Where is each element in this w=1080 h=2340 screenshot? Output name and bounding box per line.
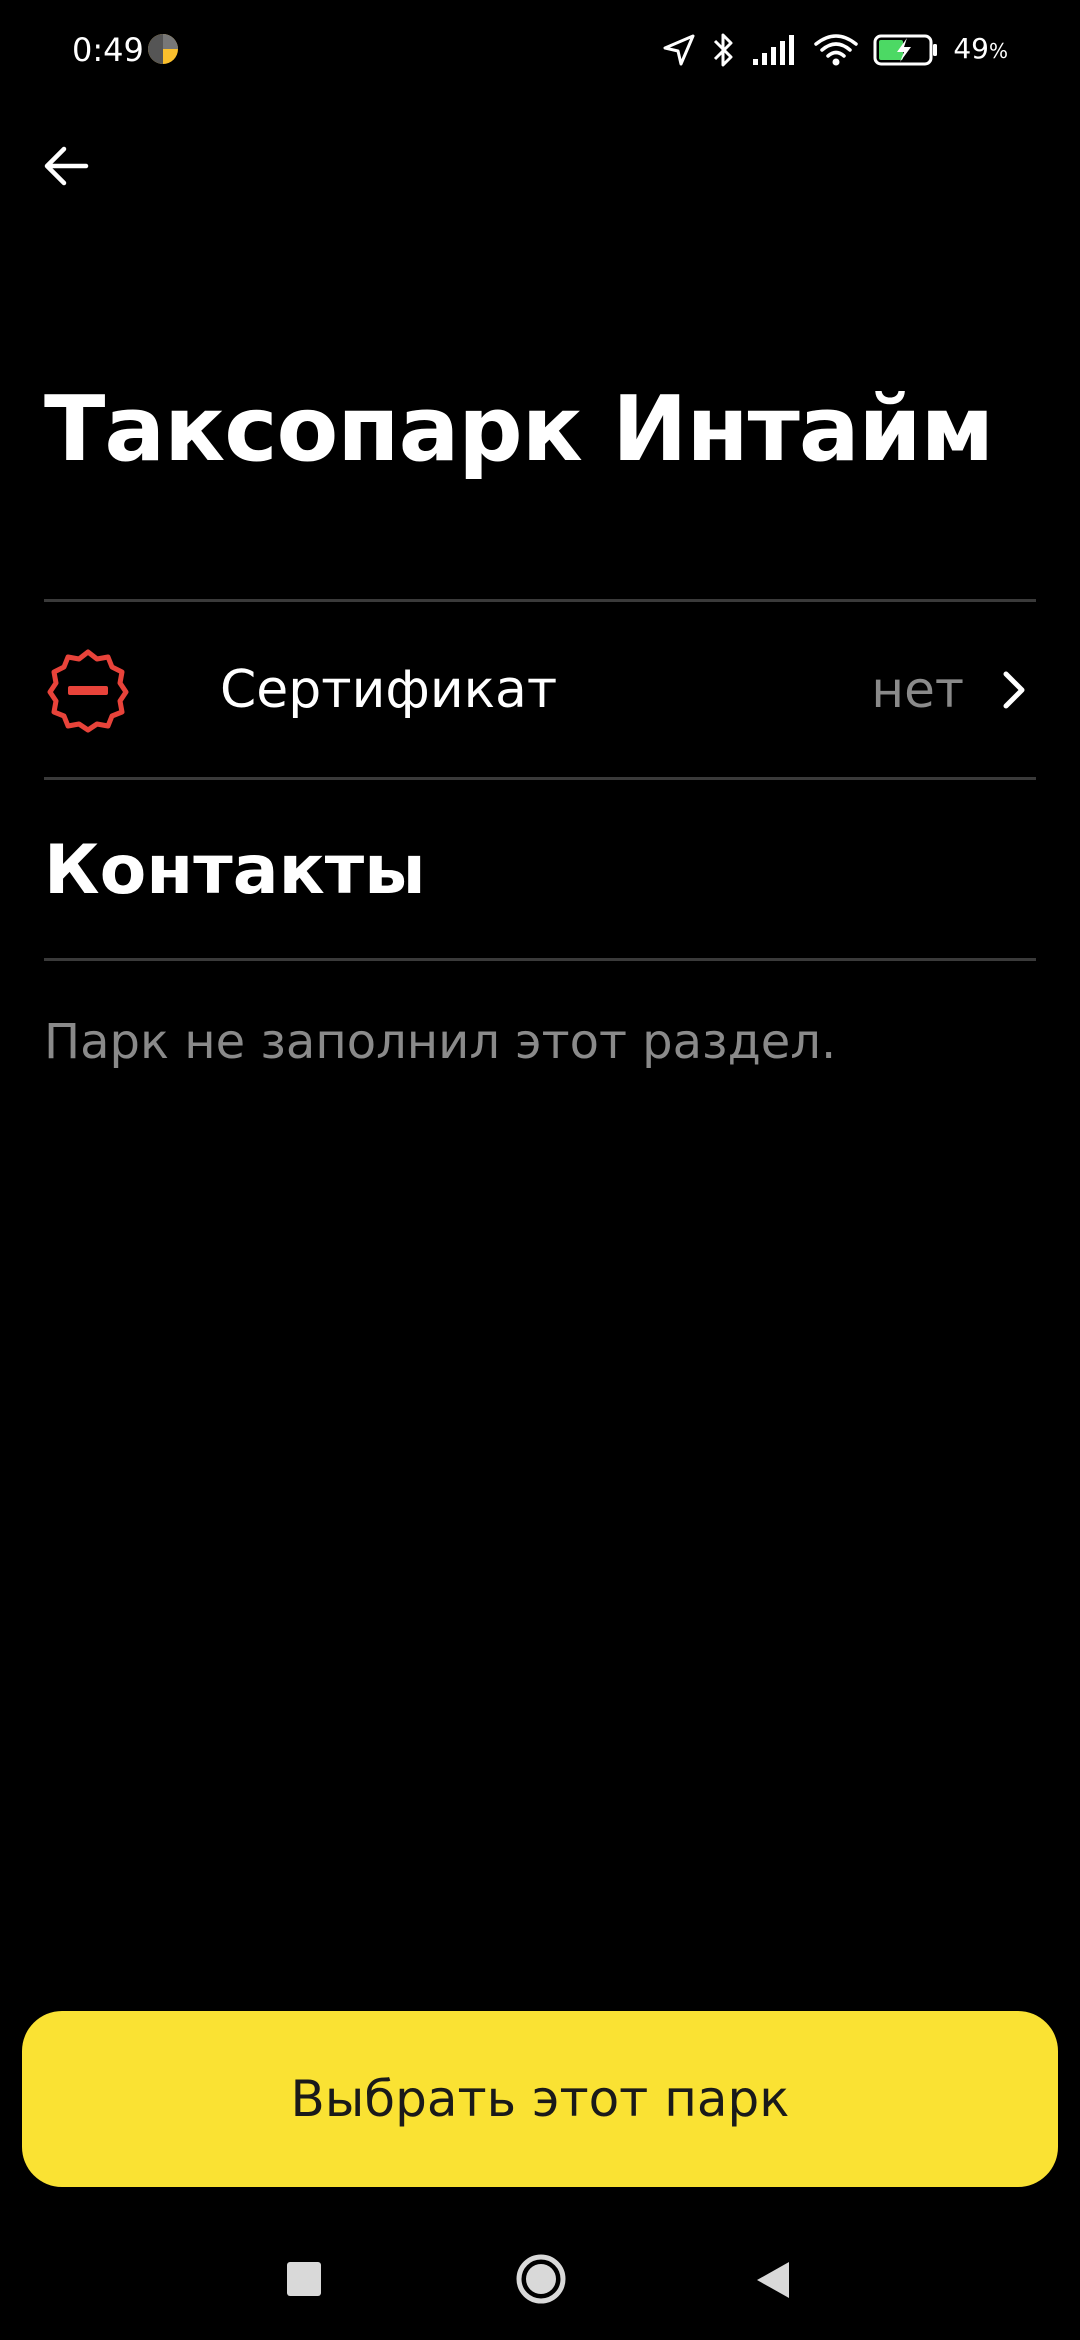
page-title: Таксопарк Интайм [44,377,994,482]
battery-charging-icon [873,34,938,66]
signal-icon [753,35,795,65]
back-button[interactable] [30,130,102,202]
certificate-value: нет [871,661,964,719]
contacts-heading: Контакты [44,831,426,910]
arrow-left-icon [44,146,89,186]
battery-percent-value: 49 [953,32,989,65]
recent-apps-button[interactable] [287,2262,321,2296]
battery-percent-sign: % [988,39,1008,63]
bluetooth-icon [714,33,733,67]
divider [44,777,1036,780]
system-nav-bar [0,2220,1080,2330]
certificate-label: Сертификат [220,660,558,720]
battery-percent: 49% [953,25,1008,75]
location-icon [663,34,695,66]
status-bar: 0:49 49% [0,0,1080,100]
select-park-button[interactable]: Выбрать этот парк [22,2011,1058,2187]
divider [44,599,1036,602]
wifi-icon [814,34,859,66]
certificate-row[interactable]: Сертификат нет [44,603,1036,777]
status-icons: 49% [661,26,1008,74]
system-back-button[interactable] [753,2258,793,2302]
status-time: 0:49 [72,31,144,69]
home-button[interactable] [515,2253,567,2305]
contacts-empty-text: Парк не заполнил этот раздел. [44,1014,837,1070]
chevron-right-icon [1003,671,1025,709]
divider [44,958,1036,961]
yandex-pro-status-icon [148,34,178,64]
certificate-missing-icon [47,649,129,733]
